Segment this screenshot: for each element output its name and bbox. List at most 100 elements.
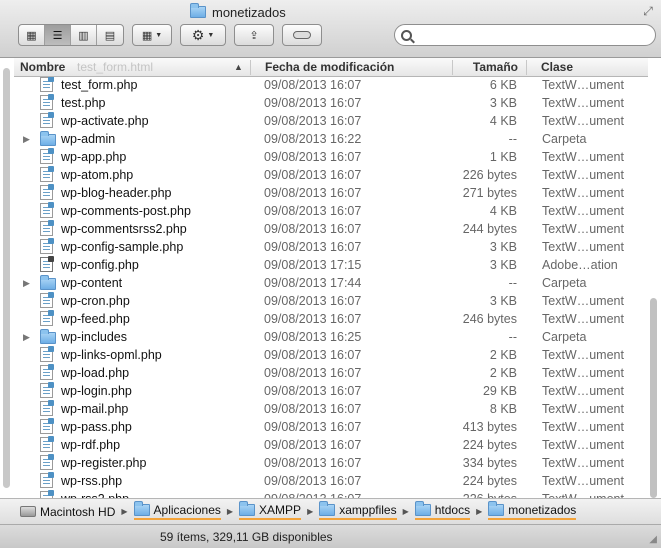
file-row[interactable]: wp-blog-header.php 09/08/2013 16:07 271 by… xyxy=(0,184,661,202)
folder-icon xyxy=(40,131,56,146)
file-size: 224 bytes xyxy=(462,474,517,488)
resize-handle-icon[interactable]: ◢ xyxy=(649,534,657,545)
action-button[interactable]: ⚙ ▼ xyxy=(180,24,226,46)
file-kind: TextW…ument xyxy=(542,420,624,434)
file-row[interactable]: test_form.php 09/08/2013 16:07 6 KB TextW…u… xyxy=(0,76,661,94)
file-kind: TextW…ument xyxy=(542,348,624,362)
path-item-label: XAMPP xyxy=(259,503,302,517)
file-row[interactable]: wp-feed.php 09/08/2013 16:07 246 bytes Text… xyxy=(0,310,661,328)
file-row[interactable]: wp-atom.php 09/08/2013 16:07 226 bytes Text… xyxy=(0,166,661,184)
file-row[interactable]: ▶ wp-content 09/08/2013 17:44 -- Carpeta xyxy=(0,274,661,292)
file-row[interactable]: ▶ wp-includes 09/08/2013 16:25 -- Carpeta xyxy=(0,328,661,346)
file-row[interactable]: test.php 09/08/2013 16:07 3 KB TextW…ument xyxy=(0,94,661,112)
icon-view-button[interactable]: ▦ xyxy=(19,25,45,45)
file-name: wp-commentsrss2.php xyxy=(61,222,187,236)
file-name: wp-content xyxy=(61,276,123,290)
file-row[interactable]: wp-cron.php 09/08/2013 16:07 3 KB TextW…ume… xyxy=(0,292,661,310)
path-separator-icon: ▶ xyxy=(402,507,409,516)
file-kind: TextW…ument xyxy=(542,150,624,164)
php-file-icon xyxy=(40,184,54,203)
column-date-header[interactable]: Fecha de modificación xyxy=(250,60,450,75)
path-item[interactable]: Macintosh HD xyxy=(20,505,115,519)
file-row[interactable]: wp-login.php 09/08/2013 16:07 29 KB TextW…u… xyxy=(0,382,661,400)
file-size: 413 bytes xyxy=(462,420,517,434)
file-size: 246 bytes xyxy=(462,312,517,326)
file-size: -- xyxy=(508,330,517,344)
disclosure-triangle-icon[interactable]: ▶ xyxy=(23,332,30,343)
file-date: 09/08/2013 16:07 xyxy=(264,96,362,110)
file-name: wp-activate.php xyxy=(61,114,149,128)
folder-icon xyxy=(40,275,56,290)
php-file-icon xyxy=(40,94,54,113)
tags-button[interactable] xyxy=(282,24,322,46)
file-date: 09/08/2013 16:07 xyxy=(264,186,362,200)
disclosure-triangle-icon[interactable]: ▶ xyxy=(23,134,30,145)
php-file-icon xyxy=(40,202,54,221)
path-item[interactable]: xamppfiles xyxy=(319,501,397,520)
php-file-icon xyxy=(40,238,54,257)
path-item[interactable]: htdocs xyxy=(414,501,471,520)
file-row[interactable]: wp-rss2.php09/08/2013 16:07226 bytesText… xyxy=(0,490,661,498)
grid-icon: ▦ xyxy=(141,29,153,42)
file-row[interactable]: wp-pass.php 09/08/2013 16:07 413 bytes Text… xyxy=(0,418,661,436)
file-row[interactable]: wp-register.php 09/08/2013 16:07 334 bytes… xyxy=(0,454,661,472)
coverflow-view-button[interactable]: ▤ xyxy=(97,25,123,45)
php-file-icon xyxy=(40,292,54,311)
file-row[interactable]: wp-activate.php 09/08/2013 16:07 4 KB TextW… xyxy=(0,112,661,130)
file-size: -- xyxy=(508,132,517,146)
search-field[interactable] xyxy=(394,24,656,46)
file-size: 334 bytes xyxy=(462,456,517,470)
tag-icon xyxy=(293,31,311,39)
file-row[interactable]: wp-config.php 09/08/2013 17:15 3 KB Adobe…a… xyxy=(0,256,661,274)
path-item-label: Aplicaciones xyxy=(153,503,221,517)
folder-icon xyxy=(319,501,336,516)
path-item[interactable]: XAMPP xyxy=(239,501,302,520)
file-row[interactable]: wp-rss.php 09/08/2013 16:07 224 bytes TextW… xyxy=(0,472,661,490)
file-name: wp-atom.php xyxy=(61,168,134,182)
file-row[interactable]: wp-links-opml.php 09/08/2013 16:07 2 KB Tex… xyxy=(0,346,661,364)
file-date: 09/08/2013 16:07 xyxy=(264,384,362,398)
file-size: 2 KB xyxy=(489,366,517,380)
column-kind-header[interactable]: Clase xyxy=(526,60,646,75)
scrollbar-thumb[interactable] xyxy=(650,298,657,498)
file-row[interactable]: wp-config-sample.php 09/08/2013 16:07 3 KB… xyxy=(0,238,661,256)
gear-icon: ⚙ xyxy=(191,26,205,43)
disclosure-triangle-icon[interactable]: ▶ xyxy=(23,278,30,289)
file-row[interactable]: wp-load.php 09/08/2013 16:07 2 KB TextW…ume… xyxy=(0,364,661,382)
file-date: 09/08/2013 16:07 xyxy=(264,348,362,362)
path-item[interactable]: Aplicaciones xyxy=(133,501,221,520)
path-item[interactable]: monetizados xyxy=(488,501,577,520)
column-size-header[interactable]: Tamaño xyxy=(452,60,532,75)
share-button[interactable]: ⇪ xyxy=(234,24,274,46)
php-file-icon xyxy=(40,220,54,239)
fullscreen-icon[interactable]: ⤢ xyxy=(641,4,655,18)
file-row[interactable]: wp-commentsrss2.php 09/08/2013 16:07 244 b… xyxy=(0,220,661,238)
file-name: wp-admin xyxy=(61,132,116,146)
file-size: 3 KB xyxy=(489,96,517,110)
file-rows: test_form.php 09/08/2013 16:07 6 KB TextW…u… xyxy=(0,76,661,498)
config-file-icon xyxy=(40,256,54,275)
file-row[interactable]: wp-comments-post.php 09/08/2013 16:07 4 KB… xyxy=(0,202,661,220)
window-title-text: monetizados xyxy=(212,4,286,20)
file-date: 09/08/2013 16:07 xyxy=(264,474,362,488)
status-bar: 59 ítems, 329,11 GB disponibles ◢ xyxy=(0,524,661,548)
file-name: wp-pass.php xyxy=(61,420,132,434)
folder-icon xyxy=(488,501,505,516)
file-kind: TextW…ument xyxy=(542,114,624,128)
file-row[interactable]: wp-mail.php 09/08/2013 16:07 8 KB TextW…ume… xyxy=(0,400,661,418)
file-date: 09/08/2013 17:15 xyxy=(264,258,362,272)
file-kind: TextW…ument xyxy=(542,222,624,236)
file-kind: Carpeta xyxy=(542,330,587,344)
file-kind: TextW…ument xyxy=(542,366,624,380)
list-view-button[interactable]: ☰ xyxy=(45,25,71,45)
sort-ascending-icon: ▲ xyxy=(234,62,243,72)
arrange-button[interactable]: ▦ ▼ xyxy=(132,24,172,46)
toolbar: ▦ ☰ ▥ ▤ ▦ ▼ ⚙ ▼ ⇪ xyxy=(18,24,322,46)
search-input[interactable] xyxy=(416,28,646,42)
file-row[interactable]: wp-app.php 09/08/2013 16:07 1 KB TextW…umen… xyxy=(0,148,661,166)
file-date: 09/08/2013 16:07 xyxy=(264,222,362,236)
column-view-button[interactable]: ▥ xyxy=(71,25,97,45)
path-item-label: htdocs xyxy=(434,503,471,517)
file-row[interactable]: wp-rdf.php 09/08/2013 16:07 224 bytes TextW… xyxy=(0,436,661,454)
file-row[interactable]: ▶ wp-admin 09/08/2013 16:22 -- Carpeta xyxy=(0,130,661,148)
